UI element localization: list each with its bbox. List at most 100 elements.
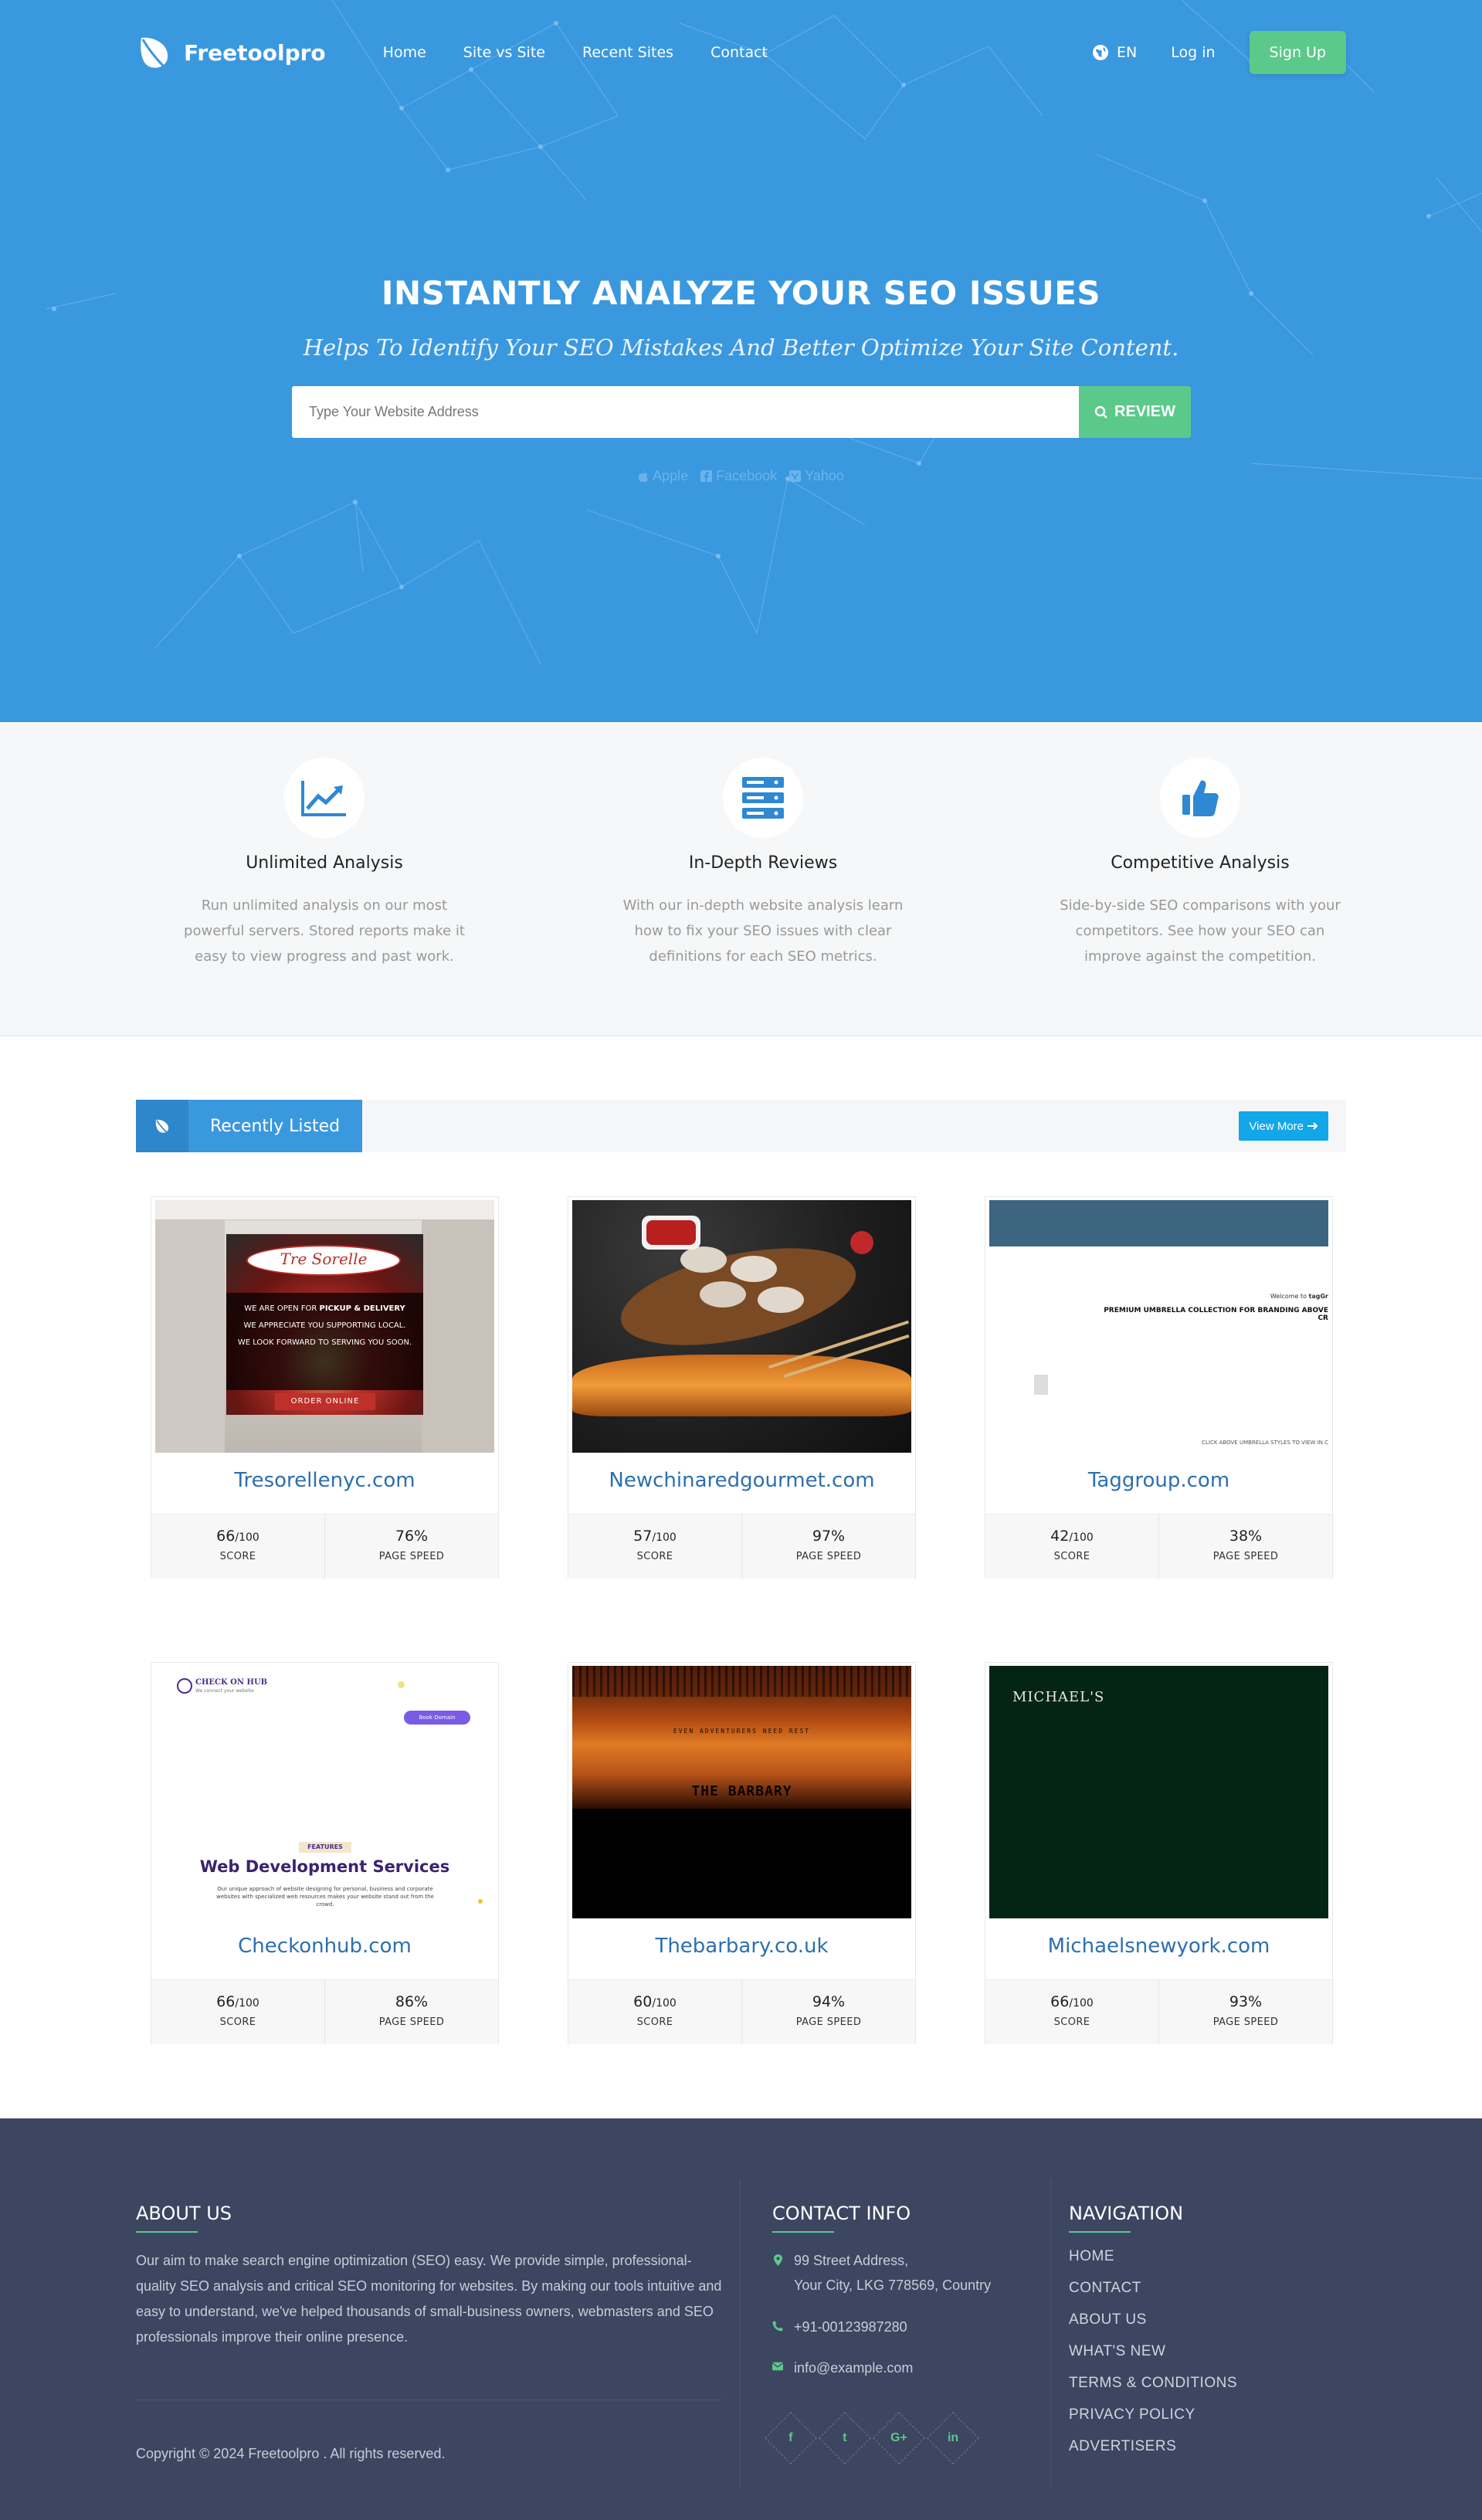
top-navbar: Freetoolpro Home Site vs Site Recent Sit… (136, 29, 1346, 76)
site-thumbnail: Welcome to tagGr PREMIUM UMBRELLA COLLEC… (989, 1200, 1328, 1453)
score-max: /100 (1069, 1531, 1094, 1544)
google-plus-link[interactable]: G+ (873, 2412, 925, 2464)
language-selector[interactable]: EN (1092, 44, 1137, 61)
footer-link-home[interactable]: HOME (1069, 2240, 1237, 2272)
score-value: 57 (633, 1528, 653, 1545)
site-card[interactable]: MICHAEL'S Michaelsnewyork.com 66/100 SCOR… (985, 1662, 1333, 2044)
score-max: /100 (652, 1997, 677, 2010)
site-stats: 57/100 SCORE 97% PAGE SPEED (568, 1514, 915, 1579)
trending-chart-icon (301, 781, 346, 816)
twitter-icon: t (843, 2430, 847, 2444)
hint-apple[interactable]: Apple (638, 468, 688, 484)
view-more-label: View More (1249, 1119, 1304, 1133)
nav-link-contact[interactable]: Contact (710, 44, 768, 61)
contact-phone[interactable]: +91-00123987280 (772, 2315, 907, 2339)
column-divider (1050, 2179, 1051, 2488)
score-stat: 66/100 SCORE (985, 1980, 1159, 2044)
language-label: EN (1117, 44, 1138, 61)
thumbs-up-icon (1182, 780, 1219, 816)
score-value: 66 (216, 1528, 236, 1545)
signup-button[interactable]: Sign Up (1249, 31, 1346, 74)
hint-facebook-label: Facebook (716, 468, 778, 483)
feature-icon-circle (284, 758, 365, 838)
thumb-line3: WE LOOK FORWARD TO SERVING YOU SOON. (237, 1338, 412, 1347)
site-name[interactable]: Taggroup.com (985, 1469, 1332, 1492)
speed-value: 94% (812, 1993, 846, 2010)
feature-icon-circle (723, 758, 803, 838)
footer-link-advertisers[interactable]: ADVERTISERS (1069, 2430, 1237, 2462)
site-card[interactable]: EVEN ADVENTURERS NEED REST THE BARBARY T… (568, 1662, 916, 2044)
speed-label: PAGE SPEED (795, 1551, 862, 1562)
score-stat: 57/100 SCORE (568, 1514, 742, 1579)
feature-unlimited-analysis: Unlimited Analysis Run unlimited analysi… (178, 758, 471, 969)
login-link[interactable]: Log in (1171, 44, 1215, 61)
site-thumbnail: EVEN ADVENTURERS NEED REST THE BARBARY (572, 1666, 911, 1918)
facebook-link[interactable]: f (765, 2412, 817, 2464)
thumb-line2: WE APPRECIATE YOU SUPPORTING LOCAL. (243, 1321, 406, 1330)
thumb-footer-text: CLICK ABOVE UMBRELLA STYLES TO VIEW IN C (1202, 1440, 1328, 1446)
hero-title: INSTANTLY ANALYZE YOUR SEO ISSUES (381, 274, 1101, 312)
about-heading: ABOUT US (136, 2203, 232, 2224)
thumb-badge: FEATURES (299, 1842, 351, 1853)
thumb-button: Book Domain (404, 1711, 470, 1725)
view-more-button[interactable]: View More (1239, 1111, 1328, 1141)
map-marker-icon (772, 2248, 783, 2266)
footer-link-about[interactable]: ABOUT US (1069, 2304, 1237, 2335)
twitter-link[interactable]: t (819, 2412, 871, 2464)
linkedin-link[interactable]: in (927, 2412, 979, 2464)
score-max: /100 (1069, 1997, 1094, 2010)
navigation-underline (1069, 2231, 1131, 2233)
speed-value: 38% (1229, 1528, 1263, 1545)
footer-link-terms[interactable]: TERMS & CONDITIONS (1069, 2367, 1237, 2399)
footer-link-privacy[interactable]: PRIVACY POLICY (1069, 2399, 1237, 2430)
hero-subtitle: Helps To Identify Your SEO Mistakes And … (303, 334, 1179, 361)
speed-value: 93% (1229, 1993, 1263, 2010)
seo-search-form: REVIEW (292, 386, 1191, 438)
about-underline (136, 2231, 198, 2233)
site-thumbnail (572, 1200, 911, 1453)
thumb-brand: MICHAEL'S (1012, 1689, 1105, 1705)
hint-facebook[interactable]: Facebook (700, 468, 777, 484)
feature-text: With our in-depth website analysis learn… (622, 897, 904, 965)
recently-listed-tab[interactable]: Recently Listed (136, 1100, 362, 1152)
thumb-line1b: PICKUP & DELIVERY (319, 1304, 405, 1313)
thumb-title: THE BARBARY (691, 1783, 792, 1799)
score-label: SCORE (636, 2016, 673, 2028)
site-name[interactable]: Checkonhub.com (151, 1935, 498, 1958)
brand-logo[interactable]: Freetoolpro (136, 33, 326, 72)
contact-email[interactable]: info@example.com (772, 2356, 913, 2380)
site-card[interactable]: Tre Sorelle WE ARE OPEN FOR PICKUP & DEL… (151, 1196, 499, 1579)
about-text: Our aim to make search engine optimizati… (136, 2253, 722, 2345)
server-icon (742, 777, 784, 819)
site-card[interactable]: Newchinaredgourmet.com 57/100 SCORE 97% PA… (568, 1196, 916, 1579)
nav-link-site-vs-site[interactable]: Site vs Site (463, 44, 545, 61)
navigation-heading: NAVIGATION (1069, 2203, 1184, 2224)
review-button[interactable]: REVIEW (1079, 386, 1191, 438)
site-name[interactable]: Michaelsnewyork.com (985, 1935, 1332, 1958)
arrow-right-icon (1307, 1122, 1318, 1130)
site-card[interactable]: CHECK ON HUB We connect your website Boo… (151, 1662, 499, 2044)
website-address-input[interactable] (292, 386, 1079, 438)
footer-link-whats-new[interactable]: WHAT'S NEW (1069, 2335, 1237, 2367)
speed-label: PAGE SPEED (1212, 2016, 1279, 2028)
site-name[interactable]: Tresorellenyc.com (151, 1469, 498, 1492)
speed-stat: 86% PAGE SPEED (325, 1980, 498, 2044)
footer-link-contact[interactable]: CONTACT (1069, 2272, 1237, 2304)
site-thumbnail: MICHAEL'S (989, 1666, 1328, 1918)
score-value: 66 (216, 1993, 236, 2010)
speed-label: PAGE SPEED (378, 2016, 445, 2028)
speed-stat: 94% PAGE SPEED (742, 1980, 915, 2044)
site-name[interactable]: Thebarbary.co.uk (568, 1935, 915, 1958)
email-address: info@example.com (794, 2360, 914, 2376)
site-card[interactable]: Welcome to tagGr PREMIUM UMBRELLA COLLEC… (985, 1196, 1333, 1579)
site-name[interactable]: Newchinaredgourmet.com (568, 1469, 915, 1492)
social-links: f t G+ in (765, 2412, 979, 2464)
nav-link-home[interactable]: Home (383, 44, 426, 61)
speed-label: PAGE SPEED (1212, 1551, 1279, 1562)
recently-listed-header: Recently Listed View More (136, 1100, 1346, 1152)
nav-link-recent-sites[interactable]: Recent Sites (582, 44, 673, 61)
example-sites: Apple Facebook Yahoo (0, 468, 1482, 484)
hint-yahoo[interactable]: Yahoo (789, 468, 844, 484)
address-line2: Your City, LKG 778569, Country (794, 2277, 992, 2293)
review-label: REVIEW (1114, 403, 1175, 420)
